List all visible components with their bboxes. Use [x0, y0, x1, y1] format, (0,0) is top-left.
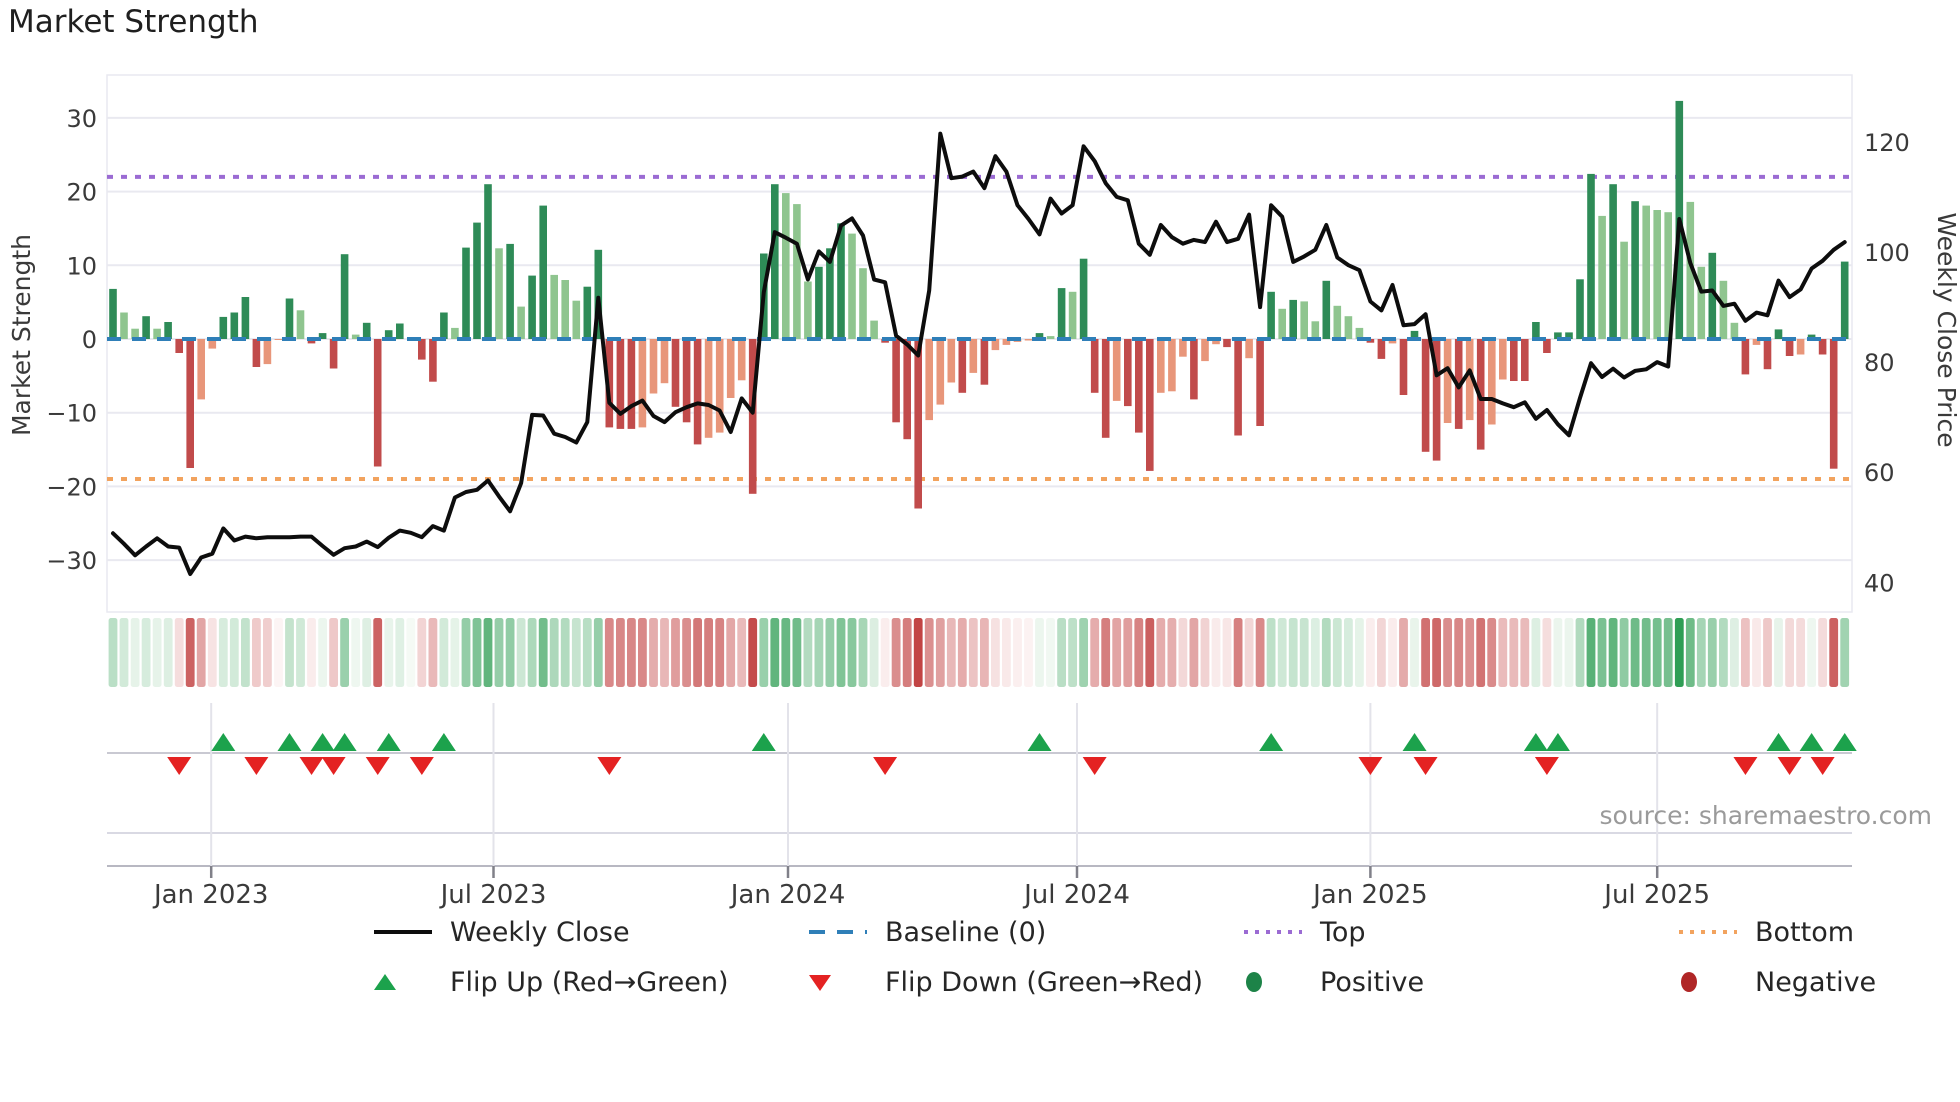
- legend-label: Weekly Close: [450, 916, 630, 948]
- svg-text:Jul 2025: Jul 2025: [1602, 880, 1710, 910]
- legend-label: Baseline (0): [885, 916, 1047, 948]
- negative-circle-icon: [1677, 970, 1741, 994]
- svg-text:60: 60: [1864, 459, 1895, 487]
- svg-text:Jan 2024: Jan 2024: [729, 880, 846, 910]
- chart-legend: Weekly Close Baseline (0) Top Bottom Fli…: [372, 912, 1960, 1002]
- positive-circle-icon: [1242, 970, 1306, 994]
- svg-text:Weekly Close Price: Weekly Close Price: [1932, 212, 1960, 447]
- purple-dot-icon: [1242, 927, 1306, 937]
- legend-label: Flip Up (Red→Green): [450, 966, 729, 998]
- legend-item-bottom: Bottom: [1677, 912, 1960, 952]
- svg-text:20: 20: [66, 179, 97, 207]
- svg-text:−30: −30: [46, 547, 97, 575]
- orange-dot-icon: [1677, 927, 1741, 937]
- legend-item-top: Top: [1242, 912, 1677, 952]
- legend-item-baseline: Baseline (0): [807, 912, 1242, 952]
- flip-down-triangle-icon: [807, 971, 871, 993]
- svg-text:120: 120: [1864, 129, 1910, 157]
- svg-text:Jan 2023: Jan 2023: [152, 880, 269, 910]
- legend-label: Bottom: [1755, 916, 1855, 948]
- svg-text:−10: −10: [46, 400, 97, 428]
- black-line-icon: [372, 927, 436, 937]
- blue-dash-icon: [807, 927, 871, 937]
- legend-item-flip-down: Flip Down (Green→Red): [807, 962, 1242, 1002]
- svg-text:40: 40: [1864, 569, 1895, 597]
- svg-text:30: 30: [66, 105, 97, 133]
- legend-label: Positive: [1320, 966, 1425, 998]
- svg-text:0: 0: [82, 326, 97, 354]
- svg-text:100: 100: [1864, 239, 1910, 267]
- legend-label: Flip Down (Green→Red): [885, 966, 1204, 998]
- svg-text:Jan 2025: Jan 2025: [1311, 880, 1428, 910]
- legend-item-flip-up: Flip Up (Red→Green): [372, 962, 807, 1002]
- legend-item-weekly-close: Weekly Close: [372, 912, 807, 952]
- source-credit: source: sharemaestro.com: [1599, 801, 1933, 830]
- svg-text:Jul 2024: Jul 2024: [1022, 880, 1130, 910]
- svg-text:80: 80: [1864, 349, 1895, 377]
- svg-text:−20: −20: [46, 473, 97, 501]
- market-strength-page: Market Strength Jan 2023 Jul 2023 Jan 2024…: [0, 0, 1960, 1102]
- legend-label: Negative: [1755, 966, 1877, 998]
- svg-text:10: 10: [66, 252, 97, 280]
- legend-label: Top: [1320, 916, 1366, 948]
- svg-text:Market Strength: Market Strength: [7, 234, 36, 436]
- legend-item-negative: Negative: [1677, 962, 1960, 1002]
- legend-item-positive: Positive: [1242, 962, 1677, 1002]
- svg-text:Jul 2023: Jul 2023: [439, 880, 547, 910]
- flip-up-triangle-icon: [372, 971, 436, 993]
